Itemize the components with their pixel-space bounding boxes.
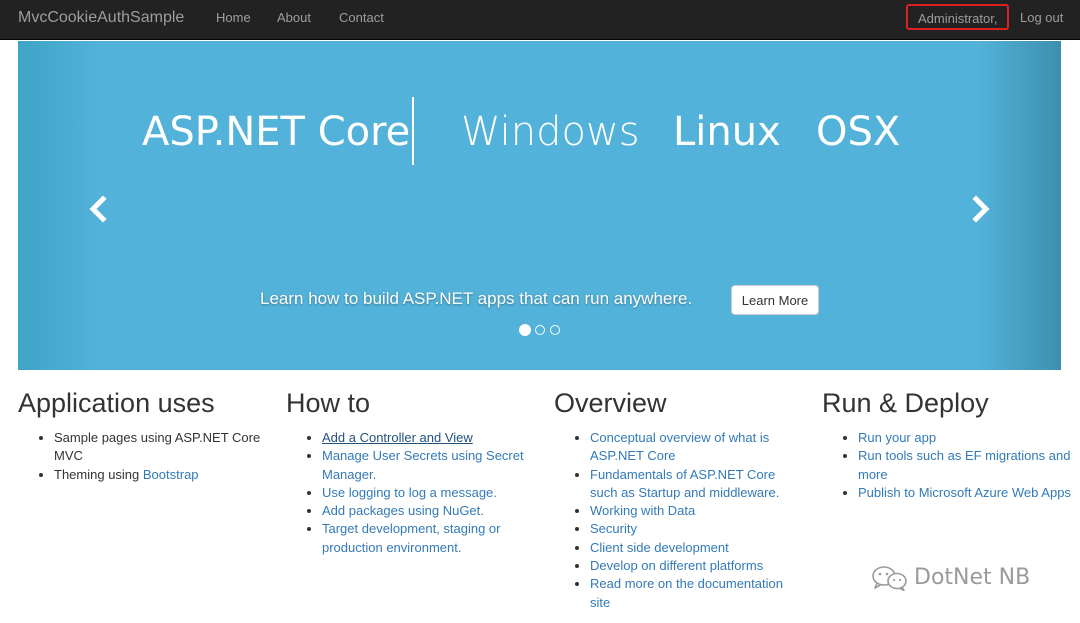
- list-item-link[interactable]: Publish to Microsoft Azure Web Apps: [858, 485, 1071, 500]
- list-item: Add a Controller and View: [322, 429, 536, 447]
- banner-platform-osx: OSX: [816, 109, 901, 155]
- list-item-text: Theming using: [54, 466, 143, 482]
- logout-link[interactable]: Log out: [1020, 10, 1063, 25]
- list-item: Fundamentals of ASP.NET Core such as Sta…: [590, 466, 804, 503]
- list-item-link[interactable]: Add packages using NuGet.: [322, 503, 484, 518]
- column-list: Add a Controller and View Manage User Se…: [286, 429, 536, 557]
- column-title: Run & Deploy: [822, 388, 989, 418]
- banner-platform-windows: Windows: [461, 109, 640, 155]
- column-title: Overview: [554, 388, 667, 418]
- banner-product: ASP.NET Core: [142, 109, 411, 155]
- nav-home-link[interactable]: Home: [216, 10, 251, 25]
- list-item-text: Sample pages using ASP.NET Core MVC: [54, 430, 261, 464]
- column-how-to: How to Add a Controller and View Manage …: [286, 385, 536, 557]
- list-item: Use logging to log a message.: [322, 484, 536, 502]
- wechat-icon: [872, 566, 907, 591]
- list-item-link[interactable]: Use logging to log a message.: [322, 485, 497, 500]
- list-item: Client side development: [590, 539, 804, 557]
- carousel-banner: ASP.NET Core Windows Linux OSX: [18, 109, 1061, 169]
- learn-more-button[interactable]: Learn More: [731, 285, 819, 315]
- list-item-link[interactable]: Manage User Secrets using Secret Manager…: [322, 448, 524, 481]
- list-item: Theming using Bootstrap: [54, 466, 268, 484]
- list-item-link[interactable]: Conceptual overview of what is ASP.NET C…: [590, 430, 769, 463]
- column-list: Run your app Run tools such as EF migrat…: [822, 429, 1072, 502]
- column-list: Sample pages using ASP.NET Core MVC Them…: [18, 429, 268, 484]
- list-item-link[interactable]: Run your app: [858, 430, 936, 445]
- list-item-link[interactable]: Working with Data: [590, 503, 695, 518]
- list-item-link[interactable]: Fundamentals of ASP.NET Core such as Sta…: [590, 467, 779, 500]
- list-item: Publish to Microsoft Azure Web Apps: [858, 484, 1072, 502]
- banner-divider: [412, 97, 414, 165]
- bootstrap-link[interactable]: Bootstrap: [143, 467, 199, 482]
- list-item: Run your app: [858, 429, 1072, 447]
- list-item: Working with Data: [590, 502, 804, 520]
- column-list: Conceptual overview of what is ASP.NET C…: [554, 429, 804, 612]
- column-title: Application uses: [18, 388, 215, 418]
- list-item-link[interactable]: Read more on the documentation site: [590, 576, 783, 609]
- list-item: Add packages using NuGet.: [322, 502, 536, 520]
- navbar: MvcCookieAuthSample Home About Contact A…: [0, 0, 1080, 40]
- carousel-indicator-3[interactable]: [550, 325, 560, 335]
- nav-about-link[interactable]: About: [277, 10, 311, 25]
- list-item: Run tools such as EF migrations and more: [858, 447, 1072, 484]
- watermark-text: DotNet NB: [914, 565, 1031, 590]
- list-item-link[interactable]: Run tools such as EF migrations and more: [858, 448, 1070, 481]
- list-item: Security: [590, 520, 804, 538]
- brand-link[interactable]: MvcCookieAuthSample: [18, 9, 184, 27]
- list-item: Manage User Secrets using Secret Manager…: [322, 447, 536, 484]
- column-application-uses: Application uses Sample pages using ASP.…: [18, 385, 268, 484]
- list-item-link[interactable]: Add a Controller and View: [322, 430, 473, 445]
- carousel: ASP.NET Core Windows Linux OSX Learn how…: [18, 41, 1061, 370]
- nav-contact-link[interactable]: Contact: [339, 10, 384, 25]
- column-overview: Overview Conceptual overview of what is …: [554, 385, 804, 612]
- chevron-left-icon: [89, 195, 107, 223]
- caption-text: Learn how to build ASP.NET apps that can…: [260, 289, 693, 308]
- carousel-caption: Learn how to build ASP.NET apps that can…: [18, 285, 1061, 317]
- user-account-link[interactable]: Administrator,: [906, 4, 1009, 30]
- banner-platform-linux: Linux: [673, 109, 781, 155]
- list-item: Develop on different platforms: [590, 557, 804, 575]
- carousel-indicator-1[interactable]: [519, 324, 531, 336]
- carousel-next-button[interactable]: [969, 191, 993, 227]
- column-run-deploy: Run & Deploy Run your app Run tools such…: [822, 385, 1072, 502]
- list-item-link[interactable]: Develop on different platforms: [590, 558, 763, 573]
- list-item: Sample pages using ASP.NET Core MVC: [54, 429, 268, 466]
- list-item-link[interactable]: Security: [590, 521, 637, 536]
- list-item: Conceptual overview of what is ASP.NET C…: [590, 429, 804, 466]
- carousel-prev-button[interactable]: [86, 191, 110, 227]
- column-title: How to: [286, 388, 371, 418]
- carousel-indicator-2[interactable]: [535, 325, 545, 335]
- list-item-link[interactable]: Client side development: [590, 540, 729, 555]
- list-item: Target development, staging or productio…: [322, 520, 536, 557]
- chevron-right-icon: [972, 195, 990, 223]
- list-item-link[interactable]: Target development, staging or productio…: [322, 521, 501, 554]
- list-item: Read more on the documentation site: [590, 575, 804, 612]
